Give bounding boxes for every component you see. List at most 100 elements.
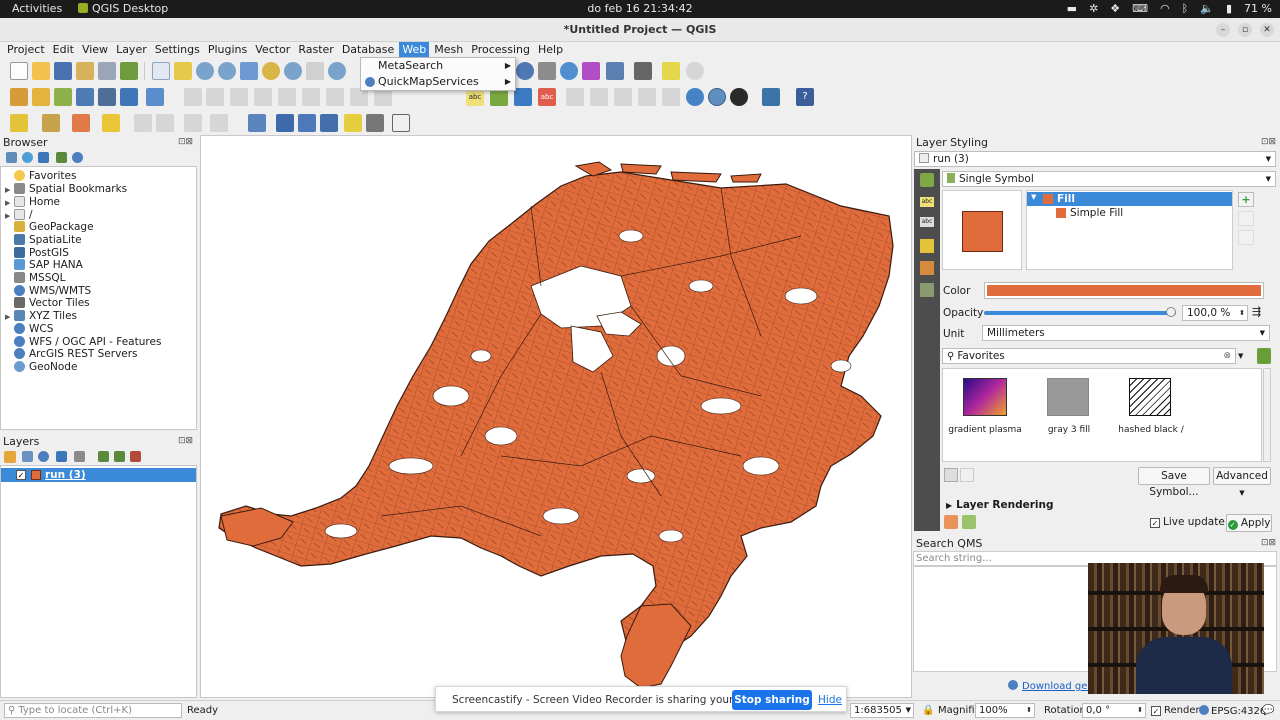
qms-icon[interactable] [708, 88, 726, 106]
browser-item-saphana[interactable]: SAP HANA [5, 259, 83, 272]
clear-icon[interactable]: ⊗ [1223, 349, 1231, 363]
menu-vector[interactable]: Vector [252, 42, 293, 57]
lock-scale-icon[interactable]: 🔒 [922, 705, 934, 716]
symbol-gray-fill[interactable] [1047, 378, 1089, 416]
activities-button[interactable]: Activities [12, 2, 62, 15]
measure-icon[interactable] [634, 62, 652, 80]
menu-plugins[interactable]: Plugins [205, 42, 250, 57]
add-wfs-icon[interactable] [146, 88, 164, 106]
zoom-to-selection-icon[interactable] [262, 62, 280, 80]
info-icon[interactable] [72, 152, 83, 163]
statistics-icon[interactable] [582, 62, 600, 80]
zoom-last-icon[interactable] [328, 62, 346, 80]
browser-item-wcs[interactable]: WCS [5, 323, 53, 336]
panel-float-close-icon[interactable]: ⊡⊠ [1261, 538, 1276, 548]
list-view-button[interactable] [960, 468, 974, 482]
favorites-dropdown-chevron-icon[interactable]: ▼ [1238, 348, 1252, 364]
text-annotation-icon[interactable] [248, 114, 266, 132]
browser-item-geopackage[interactable]: GeoPackage [5, 221, 94, 234]
select-by-value-icon[interactable] [42, 114, 60, 132]
attribute-table-icon[interactable] [606, 62, 624, 80]
menu-web[interactable]: Web [399, 42, 430, 57]
select-by-location-icon[interactable] [102, 114, 120, 132]
history-tab-icon[interactable] [920, 283, 934, 297]
move-annotation-icon[interactable] [276, 114, 294, 132]
crs-button[interactable]: EPSG:4326 [1199, 705, 1266, 717]
zoom-native-icon[interactable] [306, 62, 324, 80]
zoom-in-icon[interactable] [196, 62, 214, 80]
split-icon[interactable] [156, 114, 174, 132]
symbol-gradient-plasma[interactable] [963, 378, 1007, 416]
open-attribute-table-icon[interactable] [538, 62, 556, 80]
undo-style-icon[interactable] [944, 515, 958, 529]
map-canvas[interactable] [200, 135, 912, 698]
metasearch-icon[interactable] [686, 88, 704, 106]
text-format-icon[interactable] [392, 114, 410, 132]
qms-search-icon[interactable] [730, 88, 748, 106]
panel-float-close-icon[interactable]: ⊡⊠ [178, 137, 193, 147]
zoom-out-icon[interactable] [218, 62, 236, 80]
menu-raster[interactable]: Raster [295, 42, 336, 57]
toggle-editing-icon[interactable] [206, 88, 224, 106]
print-layout-icon[interactable] [98, 62, 116, 80]
browser-item-mssql[interactable]: MSSQL [5, 272, 66, 285]
open-project-icon[interactable] [32, 62, 50, 80]
layer-rendering-toggle[interactable]: ▶ Layer Rendering [946, 499, 1054, 511]
maximize-icon[interactable]: ▫ [1238, 23, 1252, 37]
panel-float-close-icon[interactable]: ⊡⊠ [178, 436, 193, 446]
label-move-icon[interactable]: abc [538, 88, 556, 106]
tree-item-simple-fill[interactable]: Simple Fill [1027, 206, 1232, 220]
system-tray[interactable]: ▬ ✲ ❖ ⌨ ◠ ᛒ 🔈 ▮ 71 % [1067, 2, 1272, 15]
diagram-edit-icon[interactable] [662, 88, 680, 106]
add-group-icon[interactable] [22, 451, 33, 462]
save-project-icon[interactable] [54, 62, 72, 80]
browser-item-arcgis[interactable]: ArcGIS REST Servers [5, 348, 138, 361]
merge-icon[interactable] [184, 114, 202, 132]
layer-row-run[interactable]: ✓ run (3) [1, 468, 196, 482]
browser-item-vector-tiles[interactable]: Vector Tiles [5, 297, 90, 310]
add-vector-icon[interactable] [54, 88, 72, 106]
tree-item-fill[interactable]: ▼ Fill [1027, 192, 1232, 206]
diagrams-tab-icon[interactable] [920, 261, 934, 275]
favorites-filter[interactable]: ⚲ Favorites ⊗ [942, 348, 1236, 364]
pan-to-selection-icon[interactable] [174, 62, 192, 80]
delete-selected-icon[interactable] [302, 88, 320, 106]
opacity-spinbox[interactable]: 100,0 % ⬍ [1182, 305, 1248, 321]
edit-pencil-icon[interactable] [184, 88, 202, 106]
data-defined-override-icon[interactable]: ⇶ [1252, 305, 1270, 321]
symbol-library-icon[interactable] [1257, 348, 1271, 364]
apply-button[interactable]: ✓ Apply [1226, 514, 1272, 532]
labels-tab-icon[interactable]: abc [920, 197, 934, 207]
panel-float-close-icon[interactable]: ⊡⊠ [1261, 137, 1276, 147]
menu-project[interactable]: Project [4, 42, 48, 57]
label-rotate-icon[interactable] [566, 88, 584, 106]
diagram-move-icon[interactable] [638, 88, 656, 106]
new-geopackage-icon[interactable] [32, 88, 50, 106]
download-geoservices-link[interactable]: Download geo [1008, 680, 1094, 692]
reshape-icon[interactable] [210, 114, 228, 132]
expand-all-icon[interactable] [98, 451, 109, 462]
map-tips-icon[interactable] [686, 62, 704, 80]
locate-search-input[interactable]: ⚲ Type to locate (Ctrl+K) [4, 703, 182, 718]
filter-expression-icon[interactable] [74, 451, 85, 462]
magnifier-spinbox[interactable]: 100% ⬍ [975, 703, 1035, 718]
select-features-icon[interactable] [10, 114, 28, 132]
opacity-slider-handle[interactable] [1166, 307, 1176, 317]
collapse-all-icon[interactable] [56, 152, 67, 163]
color-button[interactable] [984, 282, 1264, 299]
label-change-icon[interactable] [590, 88, 608, 106]
render-checkbox[interactable]: ✓ Render [1151, 705, 1200, 716]
app-menu[interactable]: QGIS Desktop [78, 2, 168, 15]
zoom-full-icon[interactable] [240, 62, 258, 80]
add-symbol-layer-button[interactable]: + [1238, 192, 1254, 207]
marker-annotation-icon[interactable] [344, 114, 362, 132]
menu-processing[interactable]: Processing [468, 42, 533, 57]
clock[interactable]: do feb 16 21:34:42 [587, 2, 692, 15]
add-selected-icon[interactable] [6, 152, 17, 163]
data-source-manager-icon[interactable] [10, 88, 28, 106]
favorites-scrollbar[interactable] [1263, 368, 1271, 462]
remove-layer-icon[interactable] [130, 451, 141, 462]
point-text-icon[interactable] [366, 114, 384, 132]
add-wms-icon[interactable] [120, 88, 138, 106]
menu-view[interactable]: View [79, 42, 111, 57]
